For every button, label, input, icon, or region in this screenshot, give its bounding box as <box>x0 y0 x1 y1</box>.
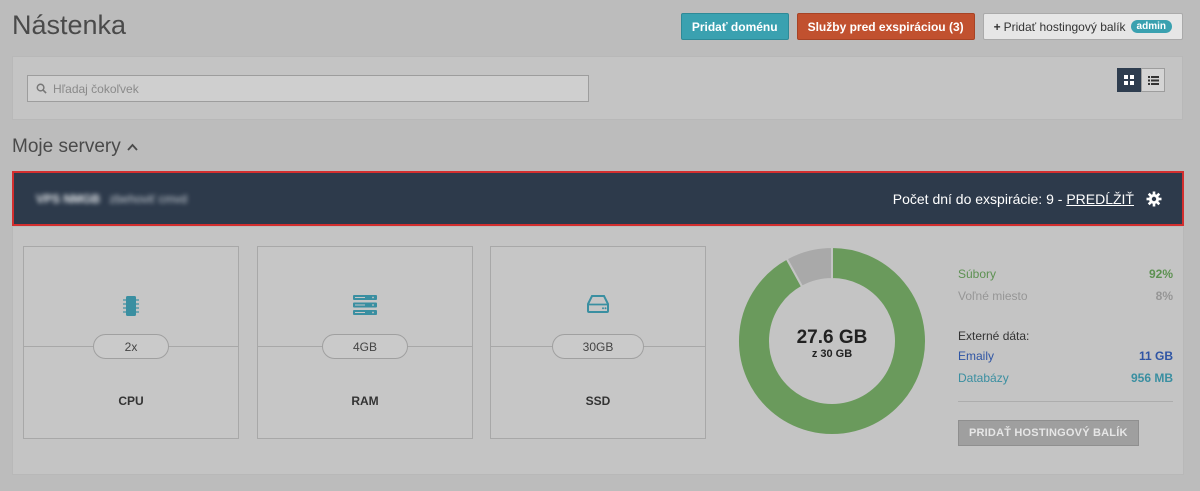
list-view-icon <box>1147 75 1159 85</box>
spec-label: CPU <box>118 394 144 408</box>
hard-drive-icon <box>587 295 609 313</box>
expiring-services-button[interactable]: Služby pred exspiráciou (3) <box>796 13 975 40</box>
spec-value: 2x <box>93 334 169 359</box>
servers-section-label: Moje servery <box>12 136 121 157</box>
grid-view-icon <box>1124 75 1134 85</box>
emails-value: 11 GB <box>1138 349 1173 363</box>
spec-label: RAM <box>351 394 379 408</box>
usage-row-databases: Databázy 956 MB <box>958 367 1173 389</box>
server-expiry: Počet dní do exspirácie: 9 - PREDĹŽIŤ <box>893 191 1162 207</box>
server-name: VPS NMGB zbehoviť cmvd <box>36 192 187 206</box>
databases-value: 956 MB <box>1130 371 1173 385</box>
spec-value: 30GB <box>552 334 644 359</box>
spec-label: SSD <box>585 394 611 408</box>
plus-icon: + <box>993 19 1001 34</box>
expiry-label: Počet dní do exspirácie: 9 - <box>892 190 1063 207</box>
server-name-title: VPS NMGB <box>36 191 101 206</box>
spec-card-ram: 4GB RAM <box>257 246 473 439</box>
free-value: 8% <box>1155 289 1173 303</box>
search-icon <box>36 83 47 94</box>
storage-total: z 30 GB <box>811 348 853 360</box>
servers-section-title[interactable]: Moje servery <box>12 136 138 158</box>
usage-divider <box>958 401 1173 402</box>
external-data-title: Externé dáta: <box>958 329 1030 343</box>
list-view-button[interactable] <box>1141 68 1165 92</box>
storage-used: 27.6 GB <box>796 327 868 348</box>
add-hosting-button[interactable]: + Pridať hostingový balík admin <box>982 13 1183 40</box>
databases-label: Databázy <box>958 371 1009 385</box>
usage-row-free: Voľné miesto 8% <box>958 285 1173 307</box>
donut-center: 27.6 GB z 30 GB <box>738 327 926 360</box>
page-title: Nástenka <box>12 10 127 40</box>
search-input[interactable] <box>53 81 573 96</box>
usage-legend: Súbory 92% Voľné miesto 8% Externé dáta:… <box>958 263 1173 446</box>
server-name-subtitle: zbehoviť cmvd <box>109 191 188 206</box>
view-toggle <box>1117 68 1165 92</box>
spec-card-cpu: 2x CPU <box>23 246 239 439</box>
add-hosting-label: Pridať hostingový balík <box>1003 19 1126 34</box>
renew-link[interactable]: PREDĹŽIŤ <box>1066 191 1134 207</box>
spec-card-ssd: 30GB SSD <box>490 246 706 439</box>
search-panel <box>12 56 1183 120</box>
server-panel: 2x CPU 4GB RAM 30GB SSD 27.6 GB z 30 GB … <box>12 227 1184 475</box>
header-actions: Pridať doménu Služby pred exspiráciou (3… <box>680 13 1183 40</box>
server-rack-icon <box>353 295 377 315</box>
chevron-up-icon <box>127 143 138 151</box>
cpu-icon <box>123 296 139 316</box>
usage-row-files: Súbory 92% <box>958 263 1173 285</box>
usage-row-emails: Emaily 11 GB <box>958 345 1173 367</box>
expiry-text: Počet dní do exspirácie: 9 - PREDĹŽIŤ <box>893 191 1134 207</box>
emails-label: Emaily <box>958 349 995 363</box>
spec-value: 4GB <box>322 334 408 359</box>
free-label: Voľné miesto <box>958 289 1028 303</box>
search-box[interactable] <box>27 75 589 102</box>
add-hosting-package-button[interactable]: PRIDAŤ HOSTINGOVÝ BALÍK <box>958 420 1139 446</box>
grid-view-button[interactable] <box>1117 68 1141 92</box>
admin-badge: admin <box>1130 20 1172 33</box>
add-domain-button[interactable]: Pridať doménu <box>680 13 789 40</box>
files-label: Súbory <box>958 267 997 281</box>
files-value: 92% <box>1148 267 1173 281</box>
server-header[interactable]: VPS NMGB zbehoviť cmvd Počet dní do exsp… <box>12 171 1184 226</box>
gear-icon[interactable] <box>1146 191 1162 207</box>
